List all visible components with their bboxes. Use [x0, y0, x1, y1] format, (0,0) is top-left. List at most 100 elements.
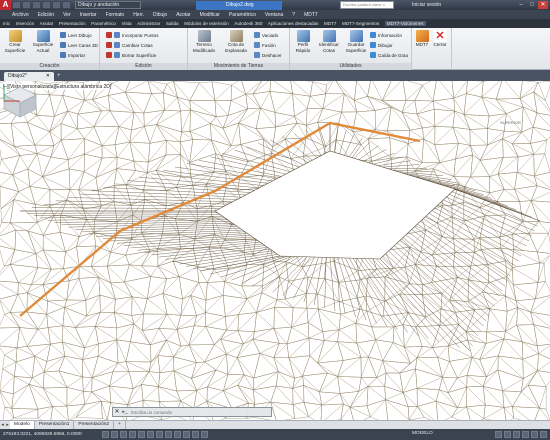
tab-inicio[interactable]: Inic [3, 21, 10, 26]
transparency-icon[interactable] [201, 431, 208, 438]
menu-item-mdt7[interactable]: MDT7 [304, 12, 318, 18]
grid-display-icon[interactable] [120, 431, 127, 438]
new-tab-icon[interactable]: + [57, 73, 61, 79]
incorporar-puntos-button[interactable]: Incorporar Puntos [106, 31, 159, 39]
close-button[interactable]: ✕ [538, 1, 548, 9]
menu-item-help[interactable]: ? [292, 12, 295, 18]
tab-mdt7-segmentos[interactable]: MDT7-Segmentos [342, 21, 379, 26]
dynamic-input-icon[interactable] [183, 431, 190, 438]
tab-mdt7[interactable]: MDT7 [324, 21, 337, 26]
menu-item-archivo[interactable]: Archivo [12, 12, 29, 18]
tab-vista[interactable]: Vista [121, 21, 131, 26]
menu-item-edicion[interactable]: Edición [38, 12, 54, 18]
window-controls: – □ ✕ [515, 1, 548, 9]
object-snap-icon[interactable] [147, 431, 154, 438]
document-tab[interactable]: Dibujo2* ✕ [4, 72, 54, 81]
importar-button[interactable]: Importar [60, 51, 85, 59]
tab-aplicaciones[interactable]: Aplicaciones destacadas [268, 21, 319, 26]
menu-item-ver[interactable]: Ver [63, 12, 71, 18]
merge-icon [254, 42, 260, 48]
fusion-button[interactable]: Fusión [254, 41, 276, 49]
menu-item-insertar[interactable]: Insertar [80, 12, 97, 18]
polar-tracking-icon[interactable] [138, 431, 145, 438]
terreno-modificado-button[interactable]: Terreno Modificado [189, 30, 219, 53]
read-faces-icon [60, 42, 66, 48]
hardware-acceleration-icon[interactable] [522, 431, 529, 438]
tab-presentacion1[interactable]: Presentación1 [35, 421, 75, 429]
workspace-switch-icon[interactable] [504, 431, 511, 438]
close-icon[interactable]: ✕ [46, 72, 50, 81]
application-menu-button[interactable]: A [0, 0, 11, 10]
tab-presentacion[interactable]: Presentación [59, 21, 86, 26]
print-icon[interactable] [42, 1, 51, 9]
dibujar-button[interactable]: Dibujar [370, 41, 393, 49]
perfil-rapido-button[interactable]: Perfil Rápido [290, 30, 316, 53]
annotation-scale-icon[interactable] [495, 431, 502, 438]
redo-icon[interactable] [62, 1, 71, 9]
caida-gota-button[interactable]: Caída de Gota [370, 51, 408, 59]
menu-item-ventana[interactable]: Ventana [265, 12, 283, 18]
ucs-axis-icon [3, 85, 20, 102]
open-file-icon[interactable] [22, 1, 31, 9]
document-tab-bar: Dibujo2* ✕ + [0, 70, 550, 81]
cota-explanada-button[interactable]: Cota de Explanada [221, 30, 251, 53]
snap-mode-icon[interactable] [111, 431, 118, 438]
command-input[interactable] [129, 408, 271, 416]
leer-caras-button[interactable]: Leer Caras 3D [60, 41, 98, 49]
cerrar-button[interactable]: ✕ Cerrar [431, 30, 449, 48]
tab-administrar[interactable]: Administrar [137, 21, 160, 26]
menu-item-acotar[interactable]: Acotar [176, 12, 190, 18]
search-input[interactable]: Escriba palabra clave o frase [340, 1, 394, 13]
vaciado-button[interactable]: Vaciado [254, 31, 278, 39]
borrar-superficie-button[interactable]: Borrar Superficie [106, 51, 156, 59]
new-file-icon[interactable] [12, 1, 21, 9]
model-space-toggle[interactable]: MODELO [412, 431, 433, 436]
tab-mdt7-volumenes[interactable]: MDT7-Volúmenes [384, 21, 426, 26]
menu-item-formato[interactable]: Formato [106, 12, 125, 18]
menu-item-parametrico[interactable]: Paramétrico [229, 12, 256, 18]
superficie-actual-button[interactable]: Superficie Actual [30, 30, 56, 53]
identificar-cotas-button[interactable]: Identificar Cotas [316, 30, 342, 53]
file-title: Dibujo2.dwg [196, 1, 282, 10]
lineweight-icon[interactable] [192, 431, 199, 438]
infer-constraints-icon[interactable] [102, 431, 109, 438]
tab-anotar[interactable]: Anotar [40, 21, 54, 26]
crear-superficie-button[interactable]: Crear Superficie [2, 30, 28, 53]
menu-item-modificar[interactable]: Modificar [200, 12, 220, 18]
ortho-mode-icon[interactable] [129, 431, 136, 438]
object-snap-tracking-icon[interactable] [165, 431, 172, 438]
tab-presentacion2[interactable]: Presentación2 [74, 421, 115, 429]
tab-parametrico[interactable]: Paramétrico [91, 21, 116, 26]
3d-object-snap-icon[interactable] [156, 431, 163, 438]
deshacer-button[interactable]: Deshacer [254, 51, 282, 59]
mdt7-button[interactable]: MDT7 [413, 30, 431, 48]
identify-elevations-icon [322, 30, 336, 42]
menu-item-dibujo[interactable]: Dibujo [153, 12, 167, 18]
tab-insercion[interactable]: Inserción [16, 21, 35, 26]
tab-modelo[interactable]: Modelo [10, 421, 35, 429]
tab-salida[interactable]: Salida [166, 21, 179, 26]
login-link[interactable]: Iniciar sesión [412, 1, 441, 9]
informacion-button[interactable]: Información [370, 31, 402, 39]
lock-icon[interactable] [513, 431, 520, 438]
save-icon[interactable] [32, 1, 41, 9]
isolate-objects-icon[interactable] [531, 431, 538, 438]
dynamic-ucs-icon[interactable] [174, 431, 181, 438]
menu-item-herr[interactable]: Herr. [133, 12, 144, 18]
tab-autodesk360[interactable]: Autodesk 360 [234, 21, 262, 26]
tab-modulos[interactable]: Módulos de extensión [184, 21, 229, 26]
undo-icon[interactable] [52, 1, 61, 9]
clean-screen-icon[interactable] [540, 431, 547, 438]
drawing-viewport[interactable]: [–][Vista personalizada][Estructura alám… [0, 81, 550, 420]
leer-dibujo-button[interactable]: Leer Dibujo [60, 31, 92, 39]
group-edicion-title: Edición [100, 63, 187, 70]
workspace-select[interactable]: Dibujo y anotación [75, 1, 141, 9]
cambiar-cotas-button[interactable]: Cambiar Cotas [106, 41, 153, 49]
minimize-button[interactable]: – [516, 1, 526, 9]
quick-profile-icon [296, 30, 310, 42]
guardar-superficie-button[interactable]: Guardar Superficie [342, 30, 370, 53]
add-layout-icon[interactable]: + [114, 421, 126, 429]
command-prompt-icon: ▸_ [122, 409, 128, 415]
close-command-line-icon[interactable]: ✕ [113, 408, 121, 416]
maximize-button[interactable]: □ [527, 1, 537, 9]
